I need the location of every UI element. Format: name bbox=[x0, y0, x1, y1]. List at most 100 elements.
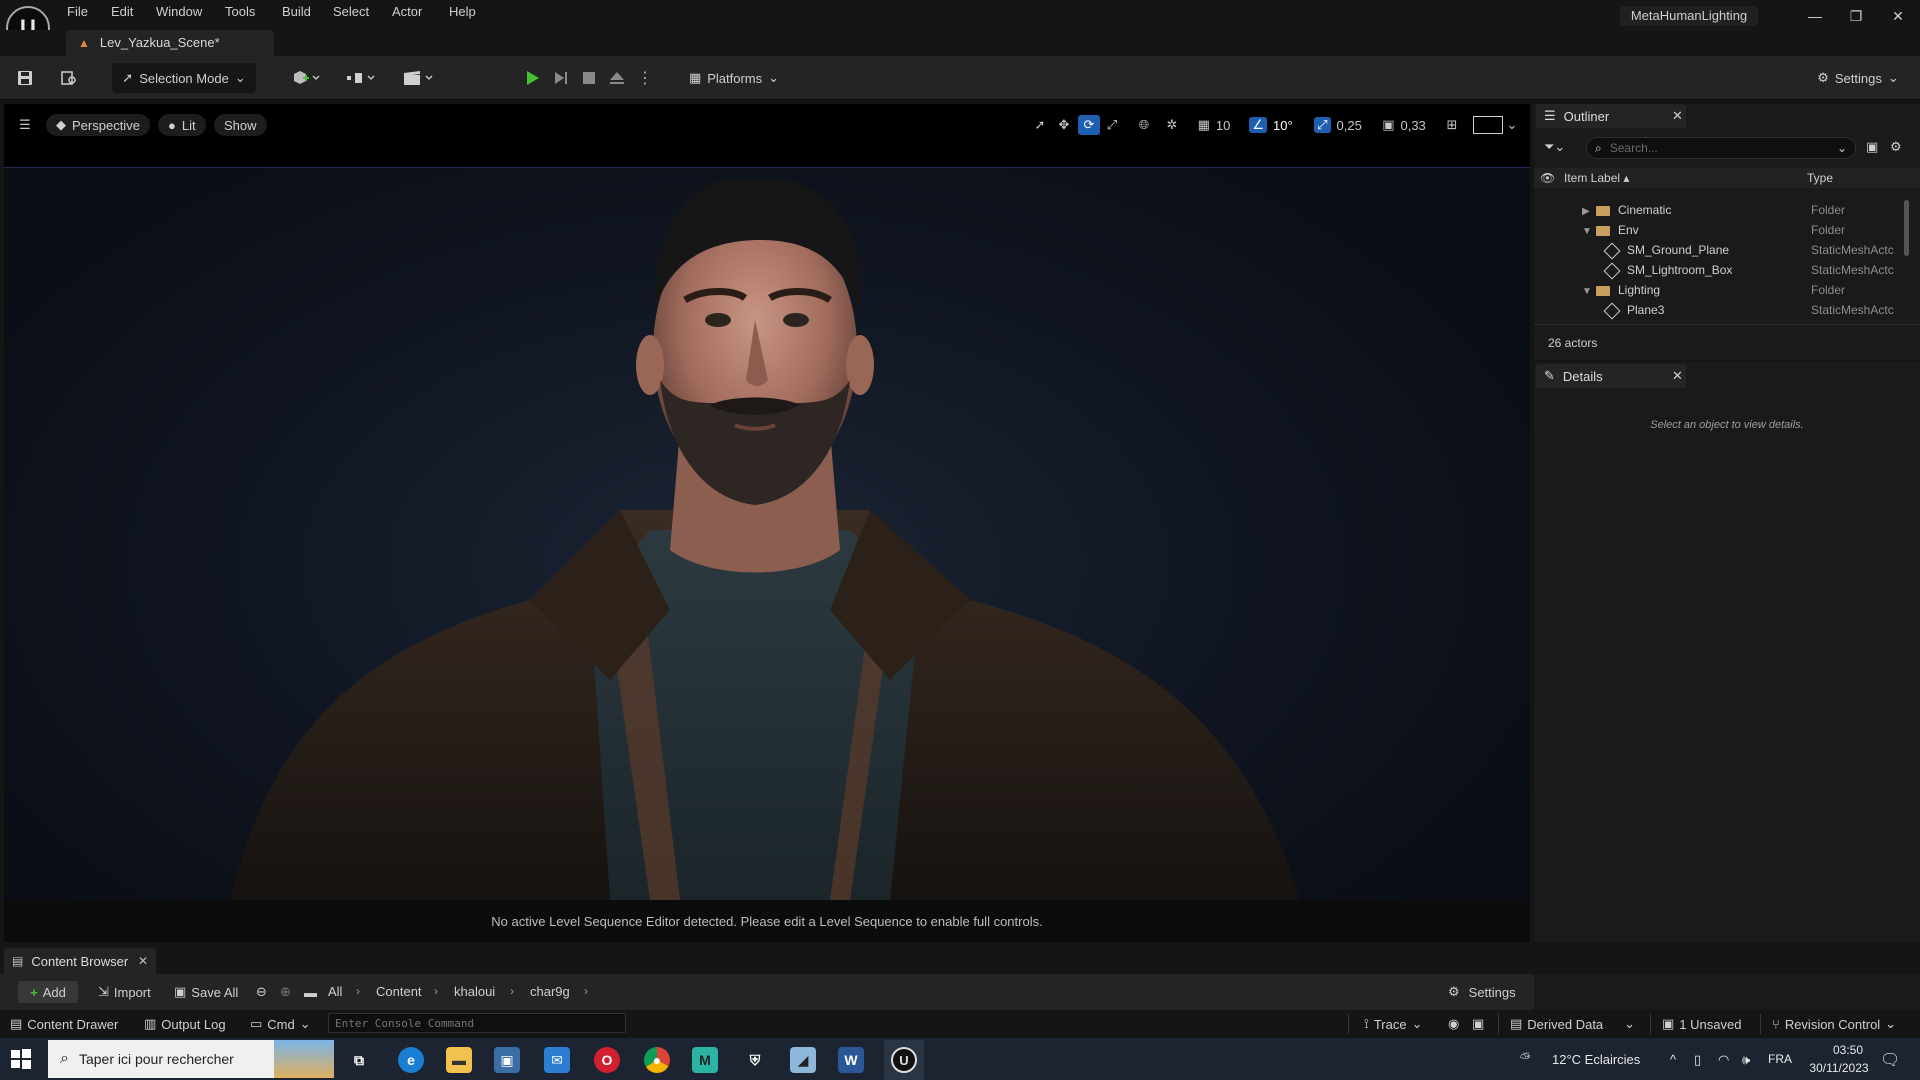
console-command-input[interactable] bbox=[328, 1013, 626, 1033]
task-view-icon[interactable]: ⧉ bbox=[346, 1047, 372, 1073]
language-indicator[interactable]: FRA bbox=[1768, 1052, 1792, 1066]
menu-actor[interactable]: Actor bbox=[392, 4, 422, 19]
back-icon[interactable]: ⊖ bbox=[256, 982, 267, 1002]
output-log-button[interactable]: ▥ Output Log bbox=[144, 1016, 226, 1032]
wifi-icon[interactable]: ◠ bbox=[1718, 1052, 1729, 1068]
menu-window[interactable]: Window bbox=[156, 4, 202, 19]
platforms-dropdown[interactable]: ▦ Platforms ⌄ bbox=[684, 63, 784, 93]
breadcrumb-chevron-icon[interactable]: › bbox=[434, 984, 438, 998]
tab-content-browser[interactable]: ▤ Content Browser ✕ bbox=[4, 948, 156, 974]
visibility-icon[interactable]: 👁︎ bbox=[1540, 171, 1555, 185]
show-button[interactable]: Show bbox=[214, 114, 267, 136]
breadcrumb-khaloui[interactable]: khaloui bbox=[454, 984, 495, 999]
weather-label[interactable]: 12°C Eclaircies bbox=[1552, 1052, 1640, 1067]
app-icon[interactable]: ◢ bbox=[790, 1047, 816, 1073]
perspective-button[interactable]: ◆ Perspective bbox=[46, 114, 150, 136]
clock-date[interactable]: 30/11/2023 bbox=[1796, 1061, 1882, 1075]
outliner-row-lighting[interactable]: ▼ Lighting Folder bbox=[1534, 280, 1904, 300]
record-icon[interactable]: ◉ bbox=[1448, 1016, 1459, 1032]
tab-outliner[interactable]: ☰ Outliner bbox=[1536, 104, 1686, 128]
content-settings-button[interactable]: ⚙ Settings bbox=[1448, 982, 1516, 1002]
settings-dropdown[interactable]: ⚙ Settings ⌄ bbox=[1810, 63, 1906, 93]
select-tool-icon[interactable]: ➚ bbox=[1030, 115, 1050, 135]
menu-tools[interactable]: Tools bbox=[225, 4, 255, 19]
notifications-icon[interactable]: 🗨︎ bbox=[1880, 1050, 1900, 1070]
outliner-row-sm-ground-plane[interactable]: SM_Ground_Plane StaticMeshActc bbox=[1534, 240, 1904, 260]
stop-icon[interactable] bbox=[578, 67, 600, 89]
lit-button[interactable]: ● Lit bbox=[158, 114, 206, 136]
store-icon[interactable]: ▣ bbox=[494, 1047, 520, 1073]
opera-icon[interactable]: O bbox=[594, 1047, 620, 1073]
surface-snap-icon[interactable]: ✲ bbox=[1162, 115, 1182, 135]
outliner-search-input[interactable]: ⌕ Search... ⌄ bbox=[1586, 137, 1856, 159]
camera-speed-button[interactable]: ▣ 0,33 bbox=[1378, 115, 1430, 135]
save-all-button[interactable]: ▣ Save All bbox=[174, 982, 238, 1002]
outliner-settings-icon[interactable]: ⚙ bbox=[1890, 139, 1902, 155]
trace-dropdown[interactable]: ⟟ Trace ⌄ bbox=[1364, 1016, 1423, 1032]
close-content-browser-icon[interactable]: ✕ bbox=[138, 954, 148, 968]
word-icon[interactable]: W bbox=[838, 1047, 864, 1073]
taskbar-search-input[interactable]: ⌕ Taper ici pour rechercher bbox=[48, 1040, 334, 1078]
minimize-icon[interactable]: — bbox=[1803, 6, 1827, 26]
collapsed-arrow-icon[interactable]: ▶ bbox=[1582, 206, 1596, 217]
outliner-scrollbar[interactable] bbox=[1904, 200, 1909, 256]
marvelous-icon[interactable]: M bbox=[692, 1047, 718, 1073]
tab-details[interactable]: ✎ Details bbox=[1536, 364, 1686, 388]
play-icon[interactable] bbox=[521, 67, 543, 89]
battery-icon[interactable]: ▯ bbox=[1694, 1052, 1701, 1068]
windows-start-icon[interactable] bbox=[10, 1048, 32, 1070]
chrome-icon[interactable]: ● bbox=[644, 1047, 670, 1073]
chevron-up-icon[interactable]: ^ bbox=[1670, 1052, 1676, 1067]
tab-level[interactable]: ▲ Lev_Yazkua_Scene* bbox=[66, 30, 274, 56]
expanded-arrow-icon[interactable]: ▼ bbox=[1582, 286, 1596, 297]
menu-help[interactable]: Help bbox=[449, 4, 476, 19]
menu-edit[interactable]: Edit bbox=[111, 4, 133, 19]
restore-icon[interactable]: ❐ bbox=[1844, 6, 1868, 26]
save-icon[interactable] bbox=[12, 63, 38, 93]
screenshot-icon[interactable]: ▣ bbox=[1472, 1016, 1484, 1032]
translate-tool-icon[interactable]: ✥ bbox=[1054, 115, 1074, 135]
breadcrumb-content[interactable]: Content bbox=[376, 984, 422, 999]
unsaved-button[interactable]: ▣ 1 Unsaved bbox=[1662, 1016, 1741, 1032]
derived-data-dropdown[interactable]: ▤ Derived Data ⌄ bbox=[1510, 1016, 1635, 1032]
eject-icon[interactable] bbox=[606, 67, 628, 89]
scale-tool-icon[interactable]: ⤢ bbox=[1102, 115, 1122, 135]
advance-frame-icon[interactable] bbox=[550, 67, 572, 89]
close-details-icon[interactable]: ✕ bbox=[1672, 368, 1683, 384]
folder-nav-icon[interactable]: ▬ bbox=[304, 982, 317, 1002]
add-button[interactable]: + Add bbox=[18, 981, 78, 1003]
breadcrumb-chevron-icon[interactable]: › bbox=[584, 984, 588, 998]
add-folder-icon[interactable]: ▣ bbox=[1866, 139, 1878, 155]
layout-icon[interactable]: ⊞ bbox=[1442, 115, 1462, 135]
edge-icon[interactable]: e bbox=[398, 1047, 424, 1073]
cinematics-button[interactable] bbox=[398, 63, 438, 93]
security-icon[interactable]: ⛨ bbox=[742, 1047, 768, 1073]
weather-icon[interactable]: ⛅︎ bbox=[1520, 1050, 1530, 1066]
breadcrumb-all[interactable]: All bbox=[328, 984, 342, 999]
import-button[interactable]: ⇲ Import bbox=[98, 982, 151, 1002]
rotate-tool-icon[interactable]: ⟳ bbox=[1078, 115, 1100, 135]
browse-icon[interactable] bbox=[56, 63, 82, 93]
outliner-row-sm-lightroom-box[interactable]: SM_Lightroom_Box StaticMeshActc bbox=[1534, 260, 1904, 280]
unreal-taskbar-icon[interactable]: U bbox=[884, 1040, 924, 1080]
add-actor-button[interactable] bbox=[286, 63, 326, 93]
volume-icon[interactable]: 🕪︎ bbox=[1742, 1052, 1750, 1068]
more-options-icon[interactable]: ⋮ bbox=[634, 67, 656, 89]
breadcrumb-chevron-icon[interactable]: › bbox=[356, 984, 360, 998]
revision-control-dropdown[interactable]: ⑂ Revision Control ⌄ bbox=[1772, 1016, 1896, 1032]
breadcrumb-char9g[interactable]: char9g bbox=[530, 984, 570, 999]
world-local-icon[interactable]: 🌐︎ bbox=[1134, 115, 1154, 135]
viewport-options-dropdown[interactable]: ⌄ bbox=[1470, 115, 1520, 135]
selection-mode-dropdown[interactable]: ➚ Selection Mode ⌄ bbox=[112, 63, 256, 93]
rotation-snap-toggle[interactable]: ∠ 10° bbox=[1248, 115, 1294, 135]
blueprint-button[interactable] bbox=[340, 63, 380, 93]
menu-file[interactable]: File bbox=[67, 4, 88, 19]
clock-time[interactable]: 03:50 bbox=[1818, 1043, 1878, 1057]
menu-build[interactable]: Build bbox=[282, 4, 311, 19]
cmd-dropdown[interactable]: ▭ Cmd ⌄ bbox=[250, 1016, 311, 1032]
expanded-arrow-icon[interactable]: ▼ bbox=[1582, 226, 1596, 237]
grid-snap-toggle[interactable]: ▦ 10 bbox=[1192, 115, 1236, 135]
col-type[interactable]: Type bbox=[1807, 171, 1833, 185]
content-drawer-button[interactable]: ▤ Content Drawer bbox=[10, 1016, 118, 1032]
viewport-menu-icon[interactable]: ☰ bbox=[14, 115, 36, 135]
